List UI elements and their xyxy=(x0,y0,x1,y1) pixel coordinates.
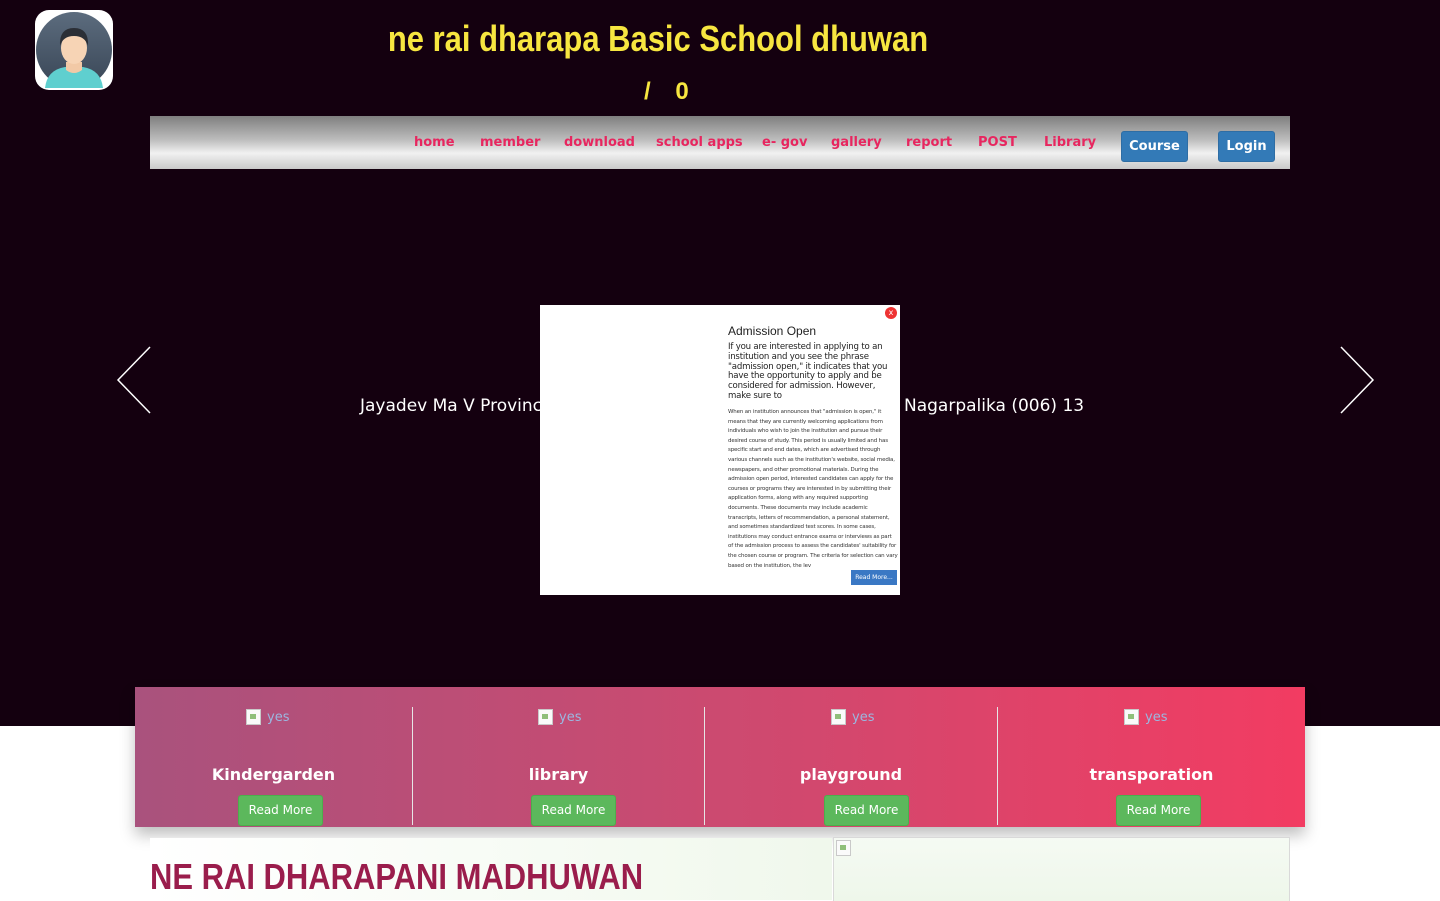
popup-lead-text: If you are interested in applying to an … xyxy=(728,342,888,401)
feature-title: playground xyxy=(799,765,903,784)
feature-image-alt: yes xyxy=(852,709,875,725)
login-button[interactable]: Login xyxy=(1218,131,1275,162)
nav-post[interactable]: POST xyxy=(978,135,1017,150)
broken-image-icon xyxy=(246,709,261,725)
feature-read-more-button[interactable]: Read More xyxy=(824,795,909,826)
broken-image-icon xyxy=(538,709,553,725)
feature-title: transporation xyxy=(1089,765,1214,784)
nav-library[interactable]: Library xyxy=(1044,135,1096,150)
popup-read-more-button[interactable]: Read More... xyxy=(851,570,897,585)
feature-image: yes xyxy=(538,709,581,725)
feature-image-alt: yes xyxy=(267,709,290,725)
arrow-left-icon[interactable] xyxy=(114,345,154,415)
counter-slash: / xyxy=(644,78,651,105)
popup-close-button[interactable]: x xyxy=(885,307,897,319)
feature-read-more-button[interactable]: Read More xyxy=(238,795,323,826)
broken-image-icon xyxy=(836,840,851,856)
feature-title: library xyxy=(528,765,589,784)
broken-image-icon xyxy=(1124,709,1139,725)
about-image xyxy=(833,837,1290,901)
feature-read-more-button[interactable]: Read More xyxy=(531,795,616,826)
about-title: NE RAI DHARAPANI MADHUWAN xyxy=(150,856,644,897)
feature-image: yes xyxy=(1124,709,1167,725)
nav-report[interactable]: report xyxy=(906,135,952,150)
nav-download[interactable]: download xyxy=(564,135,635,150)
nav-school-apps[interactable]: school apps xyxy=(656,135,743,150)
course-button[interactable]: Course xyxy=(1121,131,1188,162)
broken-image-icon xyxy=(831,709,846,725)
feature-image: yes xyxy=(246,709,289,725)
visitor-counter: / 0 xyxy=(644,78,689,106)
feature-image: yes xyxy=(831,709,874,725)
nav-home[interactable]: home xyxy=(414,135,455,150)
feature-image-alt: yes xyxy=(1145,709,1168,725)
feature-read-more-button[interactable]: Read More xyxy=(1116,795,1201,826)
feature-transporation: yes transporation Read More xyxy=(998,687,1305,827)
arrow-right-icon[interactable] xyxy=(1337,345,1377,415)
nav-gallery[interactable]: gallery xyxy=(831,135,882,150)
feature-title: Kindergarden xyxy=(211,765,336,784)
nav-e-gov[interactable]: e- gov xyxy=(762,135,807,150)
counter-value: 0 xyxy=(675,78,689,105)
slide-caption-left: Jayadev Ma V Provinc xyxy=(360,396,543,416)
popup-body-text: When an institution announces that "admi… xyxy=(728,409,898,569)
features-strip: yes Kindergarden Read More yes library R… xyxy=(135,687,1305,827)
feature-library: yes library Read More xyxy=(413,687,704,827)
feature-playground: yes playground Read More xyxy=(705,687,997,827)
feature-image-alt: yes xyxy=(559,709,582,725)
popup-title: Admission Open xyxy=(728,324,817,338)
school-title: ne rai dharapa Basic School dhuwan xyxy=(387,18,929,59)
main-navbar: home member download school apps e- gov … xyxy=(150,116,1290,169)
feature-kindergarden: yes Kindergarden Read More xyxy=(135,687,412,827)
slide-caption-right: Nagarpalika (006) 13 xyxy=(904,396,1085,416)
about-section: NE RAI DHARAPANI MADHUWAN xyxy=(150,838,832,900)
nav-member[interactable]: member xyxy=(480,135,540,150)
